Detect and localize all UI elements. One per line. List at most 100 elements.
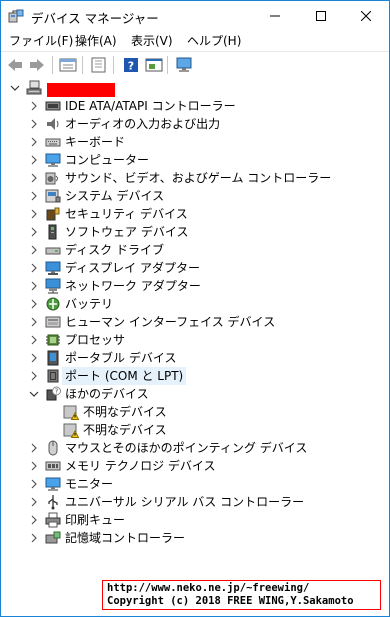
tree-category-row[interactable]: コンピューター <box>1 151 389 169</box>
tree-category-row[interactable]: セキュリティ デバイス <box>1 205 389 223</box>
tree-category-row[interactable]: ポート (COM と LPT) <box>1 367 389 385</box>
expand-chevron-icon[interactable] <box>28 367 40 385</box>
tree-category-row[interactable]: バッテリ <box>1 295 389 313</box>
back-arrow-icon[interactable] <box>5 55 25 75</box>
expand-chevron-icon[interactable] <box>28 205 40 223</box>
tree-category-row[interactable]: システム デバイス <box>1 187 389 205</box>
watermark-copyright: Copyright (c) 2018 FREE WING,Y.Sakamoto <box>107 595 354 607</box>
toolbar-separator <box>113 56 114 74</box>
title-bar[interactable]: デバイス マネージャー <box>1 1 389 31</box>
help-icon[interactable]: ? <box>121 55 141 75</box>
device-view-icon[interactable] <box>144 55 164 75</box>
tree-item-label-wrap: システム デバイス <box>62 187 167 205</box>
storage-controller-icon <box>45 530 61 546</box>
expand-chevron-icon[interactable] <box>28 133 40 151</box>
tree-item-label: ヒューマン インターフェイス デバイス <box>65 315 276 329</box>
expand-chevron-icon[interactable] <box>28 331 40 349</box>
tree-item-label-wrap: ヒューマン インターフェイス デバイス <box>62 313 278 331</box>
properties-icon[interactable] <box>58 55 78 75</box>
tree-category-row[interactable]: マウスとそのほかのポインティング デバイス <box>1 439 389 457</box>
system-device-icon <box>45 188 61 204</box>
tree-category-row[interactable]: プロセッサ <box>1 331 389 349</box>
tree-category-row[interactable]: キーボード <box>1 133 389 151</box>
tree-item-label: ネットワーク アダプター <box>65 279 201 293</box>
expand-chevron-icon[interactable] <box>28 223 40 241</box>
device-manager-app-icon <box>8 8 24 24</box>
toolbar-separator <box>167 56 168 74</box>
menu-bar: ファイル(F) 操作(A) 表示(V) ヘルプ(H) <box>1 31 389 51</box>
forward-arrow-icon[interactable] <box>27 55 47 75</box>
tree-category-row[interactable]: ポータブル デバイス <box>1 349 389 367</box>
menu-file[interactable]: ファイル(F) <box>9 32 73 50</box>
minimize-button[interactable] <box>252 1 298 31</box>
tree-item-label: ソフトウェア デバイス <box>65 225 189 239</box>
expand-chevron-icon[interactable] <box>28 97 40 115</box>
tree-category-row[interactable]: モニター <box>1 475 389 493</box>
close-button[interactable] <box>343 1 389 31</box>
tree-category-row[interactable]: ディスク ドライブ <box>1 241 389 259</box>
expand-chevron-icon[interactable] <box>28 529 40 547</box>
expand-chevron-icon[interactable] <box>28 169 40 187</box>
tree-item-label: 記憶域コントローラー <box>65 531 186 545</box>
tree-child-row[interactable]: 不明なデバイス <box>1 421 389 439</box>
collapse-chevron-icon[interactable] <box>9 79 21 97</box>
network-adapter-icon <box>45 278 61 294</box>
tree-child-row[interactable]: 不明なデバイス <box>1 403 389 421</box>
expand-chevron-icon[interactable] <box>28 259 40 277</box>
menu-view[interactable]: 表示(V) <box>131 32 173 50</box>
collapse-chevron-icon[interactable] <box>28 385 40 403</box>
tree-category-row[interactable]: ディスプレイ アダプター <box>1 259 389 277</box>
tree-category-row[interactable]: ネットワーク アダプター <box>1 277 389 295</box>
expand-chevron-icon[interactable] <box>28 439 40 457</box>
expand-chevron-icon[interactable] <box>28 493 40 511</box>
expand-chevron-icon[interactable] <box>28 475 40 493</box>
redacted-computer-name <box>47 83 115 97</box>
tree-category-row[interactable]: ユニバーサル シリアル バス コントローラー <box>1 493 389 511</box>
expand-chevron-icon[interactable] <box>28 511 40 529</box>
printer-icon <box>45 512 61 528</box>
maximize-button[interactable] <box>298 1 344 31</box>
tree-item-label-wrap: ポータブル デバイス <box>62 349 179 367</box>
tree-item-label-wrap: セキュリティ デバイス <box>62 205 191 223</box>
tree-item-label-wrap: ディスク ドライブ <box>62 241 167 259</box>
tree-category-row[interactable]: オーディオの入力および出力 <box>1 115 389 133</box>
tree-category-row[interactable]: IDE ATA/ATAPI コントローラー <box>1 97 389 115</box>
tree-item-label-wrap: バッテリ <box>62 295 116 313</box>
tree-item-label: セキュリティ デバイス <box>65 207 188 221</box>
security-device-icon <box>45 206 61 222</box>
tree-item-label-wrap: IDE ATA/ATAPI コントローラー <box>62 97 239 115</box>
expand-chevron-icon[interactable] <box>28 457 40 475</box>
menu-action[interactable]: 操作(A) <box>75 32 117 50</box>
monitor-scan-icon[interactable] <box>174 55 194 75</box>
tree-category-row[interactable]: ? ほかのデバイス <box>1 385 389 403</box>
tree-category-row[interactable]: ソフトウェア デバイス <box>1 223 389 241</box>
tree-category-row[interactable]: サウンド、ビデオ、およびゲーム コントローラー <box>1 169 389 187</box>
keyboard-icon <box>45 134 61 150</box>
expand-chevron-icon[interactable] <box>28 241 40 259</box>
menu-help[interactable]: ヘルプ(H) <box>187 32 241 50</box>
expand-chevron-icon[interactable] <box>28 187 40 205</box>
expand-chevron-icon[interactable] <box>28 313 40 331</box>
expand-chevron-icon[interactable] <box>28 277 40 295</box>
processor-icon <box>45 332 61 348</box>
tree-item-label: IDE ATA/ATAPI コントローラー <box>65 99 236 113</box>
expand-chevron-icon[interactable] <box>28 115 40 133</box>
tree-item-label: サウンド、ビデオ、およびゲーム コントローラー <box>65 171 332 185</box>
expand-chevron-icon[interactable] <box>28 295 40 313</box>
other-device-icon: ? <box>45 386 61 402</box>
tree-category-row[interactable]: ヒューマン インターフェイス デバイス <box>1 313 389 331</box>
tree-category-row[interactable]: 印刷キュー <box>1 511 389 529</box>
expand-chevron-icon[interactable] <box>28 349 40 367</box>
tree-item-label: システム デバイス <box>65 189 165 203</box>
mouse-icon <box>45 440 61 456</box>
tree-item-label: コンピューター <box>65 153 150 167</box>
tree-root-row[interactable] <box>1 79 389 97</box>
expand-chevron-icon[interactable] <box>28 151 40 169</box>
tree-item-label-wrap: サウンド、ビデオ、およびゲーム コントローラー <box>62 169 334 187</box>
tree-item-label-wrap: オーディオの入力および出力 <box>62 115 223 133</box>
toolbar-separator <box>52 56 53 74</box>
update-icon[interactable] <box>89 55 109 75</box>
tree-category-row[interactable]: 記憶域コントローラー <box>1 529 389 547</box>
tree-category-row[interactable]: メモリ テクノロジ デバイス <box>1 457 389 475</box>
port-icon <box>45 368 61 384</box>
